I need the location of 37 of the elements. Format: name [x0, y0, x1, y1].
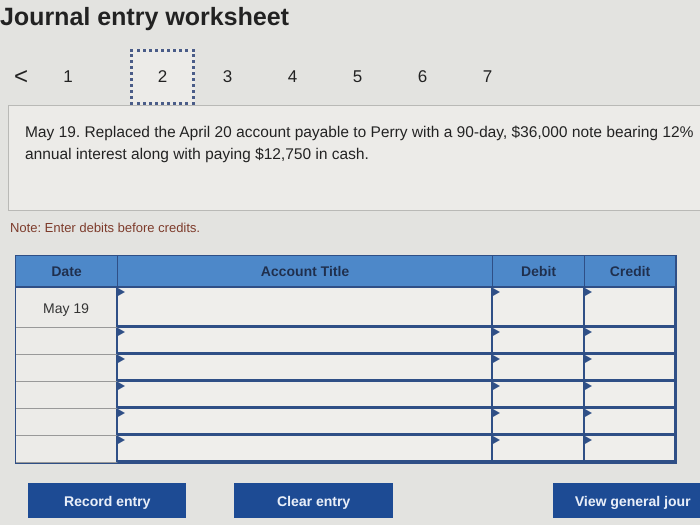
entry-field[interactable]: [118, 382, 493, 409]
view-journal-button[interactable]: View general jour: [552, 483, 700, 518]
clear-entry-button[interactable]: Clear entry: [234, 483, 393, 518]
entry-field[interactable]: [118, 355, 493, 382]
entry-field[interactable]: [493, 436, 585, 463]
entry-field[interactable]: [585, 328, 676, 355]
question-text: May 19. Replaced the April 20 account payable to Perry with a 90-day, $36,000 note bearing 12% annual interest along with paying $12,750 in cash.: [8, 105, 700, 211]
entry-field[interactable]: [493, 382, 585, 409]
column-header: Date: [16, 256, 118, 288]
entry-field[interactable]: [585, 382, 676, 409]
page-tab[interactable]: 4: [260, 49, 325, 105]
entry-field[interactable]: [493, 328, 585, 355]
column-header: Credit: [585, 256, 676, 288]
entry-field[interactable]: [585, 436, 676, 463]
entry-field[interactable]: [118, 436, 493, 463]
page-tab[interactable]: 1: [36, 49, 130, 105]
entry-field[interactable]: [585, 355, 676, 382]
entry-field[interactable]: [493, 409, 585, 436]
entry-field[interactable]: [118, 409, 493, 436]
entry-field[interactable]: [118, 328, 493, 355]
note-text: Note: Enter debits before credits.: [10, 220, 202, 235]
entry-field[interactable]: [118, 288, 493, 328]
page-tab[interactable]: 6: [390, 49, 455, 105]
entry-field[interactable]: [493, 288, 585, 328]
entry-field[interactable]: [585, 288, 676, 328]
entry-field[interactable]: [493, 355, 585, 382]
record-entry-button[interactable]: Record entry: [28, 483, 186, 518]
column-header: Account Title: [118, 256, 493, 288]
page-tab[interactable]: 7: [455, 49, 520, 105]
date-cell: May 19: [16, 288, 118, 328]
page-tab[interactable]: 3: [195, 49, 260, 105]
previous-button[interactable]: <: [6, 63, 36, 91]
worksheet-title: Journal entry worksheet: [0, 2, 290, 32]
page-tab[interactable]: 2: [130, 49, 195, 105]
page-tab[interactable]: 5: [325, 49, 390, 105]
entry-field[interactable]: [585, 409, 676, 436]
column-header: Debit: [493, 256, 585, 288]
